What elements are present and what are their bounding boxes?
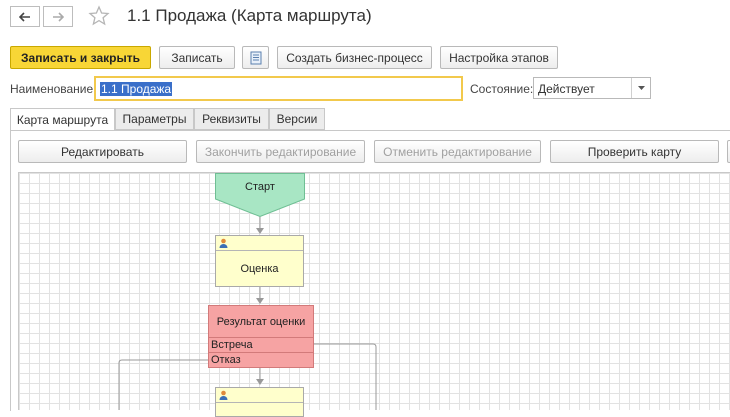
task-header <box>216 388 303 403</box>
user-icon <box>219 390 228 400</box>
assessment-result-label: Результат оценки <box>216 316 306 328</box>
assessment-result-node[interactable]: Результат оценки Встреча Отказ <box>208 305 314 368</box>
start-node[interactable]: Старт <box>215 173 305 217</box>
next-task-node[interactable] <box>215 387 304 417</box>
assessment-task-label: Оценка <box>240 263 279 275</box>
start-node-shape <box>215 173 305 217</box>
option-refusal-label: Отказ <box>211 354 241 366</box>
start-node-label: Старт <box>245 181 275 193</box>
task-header <box>216 236 303 251</box>
assessment-task-node[interactable]: Оценка <box>215 235 304 287</box>
option-refusal[interactable]: Отказ <box>209 352 313 368</box>
option-meeting[interactable]: Встреча <box>209 337 313 353</box>
option-meeting-label: Встреча <box>211 339 253 351</box>
user-icon <box>219 238 228 248</box>
diagram-connectors <box>118 217 377 410</box>
